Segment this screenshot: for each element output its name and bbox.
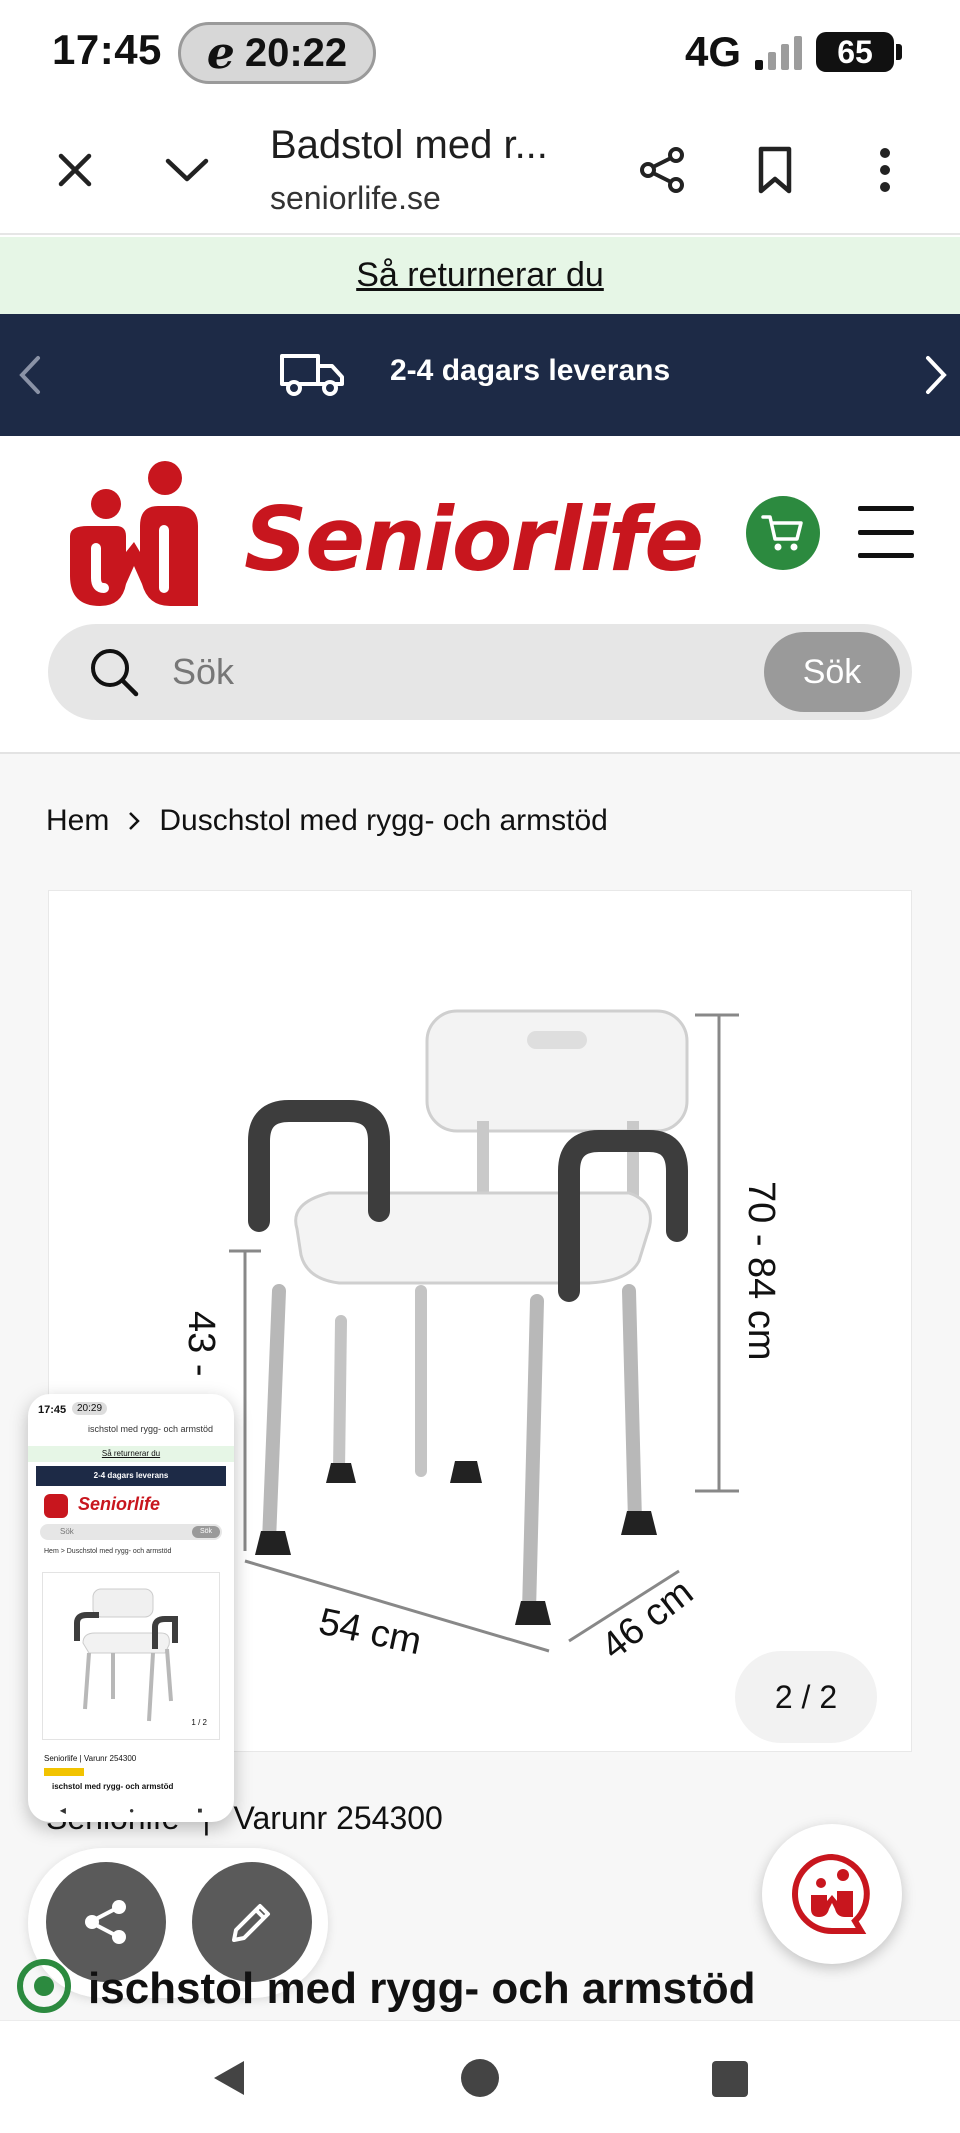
close-tab-button[interactable] (40, 135, 110, 205)
screenshot-thumbnail[interactable]: 17:45 20:29 ischstol med rygg- och armst… (28, 1394, 234, 1822)
minimize-button[interactable] (152, 135, 222, 205)
e-icon: ℯ (206, 28, 235, 78)
product-article-number: Varunr 254300 (233, 1800, 443, 1836)
thumb-time: 17:45 (38, 1404, 67, 1416)
search-input[interactable] (172, 646, 692, 698)
announcement-next-arrow[interactable] (916, 352, 956, 398)
thumb-search: Sök Sök (40, 1524, 222, 1540)
status-bar: 17:45 ℯ 20:22 4G 65 (0, 0, 960, 105)
network-type: 4G (684, 28, 741, 75)
thumb-product-title: ischstol med rygg- och armstöd (52, 1782, 174, 1791)
return-banner: Så returnerar du (0, 237, 960, 314)
battery-level: 65 (837, 33, 873, 70)
announcement-text: 2-4 dagars leverans (390, 354, 671, 387)
chevron-right-icon (129, 812, 141, 830)
chevron-down-icon (165, 158, 209, 182)
thumb-search-placeholder: Sök (60, 1527, 74, 1536)
thumb-product-image: 1 / 2 (42, 1572, 220, 1740)
thumb-title: ischstol med rygg- och armstöd (88, 1424, 214, 1434)
breadcrumb-home[interactable]: Hem (46, 804, 109, 838)
chat-logo-icon (792, 1853, 870, 1934)
share-icon (85, 1900, 126, 1944)
battery-icon: 65 (816, 32, 902, 72)
dimension-seat-height: 43 - (180, 1311, 222, 1376)
thumb-home-icon: ● (129, 1805, 135, 1815)
status-indicators: 4G 65 (684, 24, 902, 80)
thumb-chair-icon (74, 1588, 178, 1722)
return-link[interactable]: Så returnerar du (356, 256, 604, 295)
dimension-height-total: 70 - 84 cm (740, 1181, 782, 1361)
home-icon[interactable] (460, 2057, 500, 2099)
dimension-depth: 46 cm (594, 1571, 701, 1668)
thumb-return: Så returnerar du (28, 1446, 234, 1462)
announcement-bar: 2-4 dagars leverans (0, 314, 960, 436)
image-pager: 2 / 2 (735, 1651, 877, 1743)
thumb-back-icon: ◀ (59, 1805, 66, 1815)
seniorlife-logo-icon[interactable] (60, 456, 210, 616)
brand-logo-text[interactable]: Seniorlife (244, 488, 704, 591)
chat-button[interactable] (762, 1824, 902, 1964)
thumb-brand-line: Seniorlife | Varunr 254300 (44, 1754, 137, 1763)
share-button[interactable] (628, 135, 698, 205)
recents-icon[interactable] (710, 2057, 750, 2099)
cart-button[interactable] (746, 496, 820, 570)
android-nav-bar (0, 2020, 960, 2133)
thumb-search-button: Sök (192, 1526, 220, 1538)
breadcrumb: Hem Duschstol med rygg- och armstöd (46, 804, 608, 838)
breadcrumb-current: Duschstol med rygg- och armstöd (159, 804, 608, 837)
announcement-prev-arrow[interactable] (10, 352, 50, 398)
thumb-recents-icon: ■ (197, 1805, 203, 1815)
signal-icon (755, 34, 802, 70)
thumb-brand: Seniorlife (78, 1494, 161, 1514)
search-icon (91, 649, 139, 697)
back-icon[interactable] (208, 2057, 248, 2099)
thumb-breadcrumb: Hem > Duschstol med rygg- och armstöd (44, 1548, 172, 1555)
site-header: Seniorlife Sök (0, 436, 960, 754)
product-title: ischstol med rygg- och armstöd (88, 1964, 756, 2013)
hamburger-menu-icon[interactable] (858, 506, 914, 558)
bookmark-button[interactable] (740, 135, 810, 205)
thumb-pill: 20:29 (72, 1402, 108, 1415)
green-badge-icon (17, 1959, 71, 2013)
thumb-announce: 2-4 dagars leverans (36, 1466, 226, 1486)
more-menu-button[interactable] (850, 135, 920, 205)
search-bar: Sök (48, 624, 912, 720)
thumb-badge (44, 1768, 84, 1776)
share-icon (640, 147, 684, 193)
cart-icon (761, 515, 803, 551)
thumb-navbar: ◀ ● ■ (28, 1798, 234, 1822)
more-vert-icon (880, 148, 890, 192)
pencil-icon (232, 1904, 270, 1942)
search-button[interactable]: Sök (764, 632, 900, 712)
close-icon (58, 153, 92, 187)
browser-toolbar: Badstol med r... seniorlife.se (0, 105, 960, 235)
page-url[interactable]: seniorlife.se (270, 180, 441, 217)
status-pill: ℯ 20:22 (178, 22, 376, 84)
page-title: Badstol med r... (270, 123, 548, 167)
thumb-pager: 1 / 2 (191, 1718, 207, 1727)
status-pill-time: 20:22 (244, 30, 348, 75)
bookmark-icon (758, 146, 792, 194)
thumb-logo-icon (44, 1494, 68, 1518)
truck-icon (280, 354, 344, 396)
status-time: 17:45 (52, 26, 162, 73)
